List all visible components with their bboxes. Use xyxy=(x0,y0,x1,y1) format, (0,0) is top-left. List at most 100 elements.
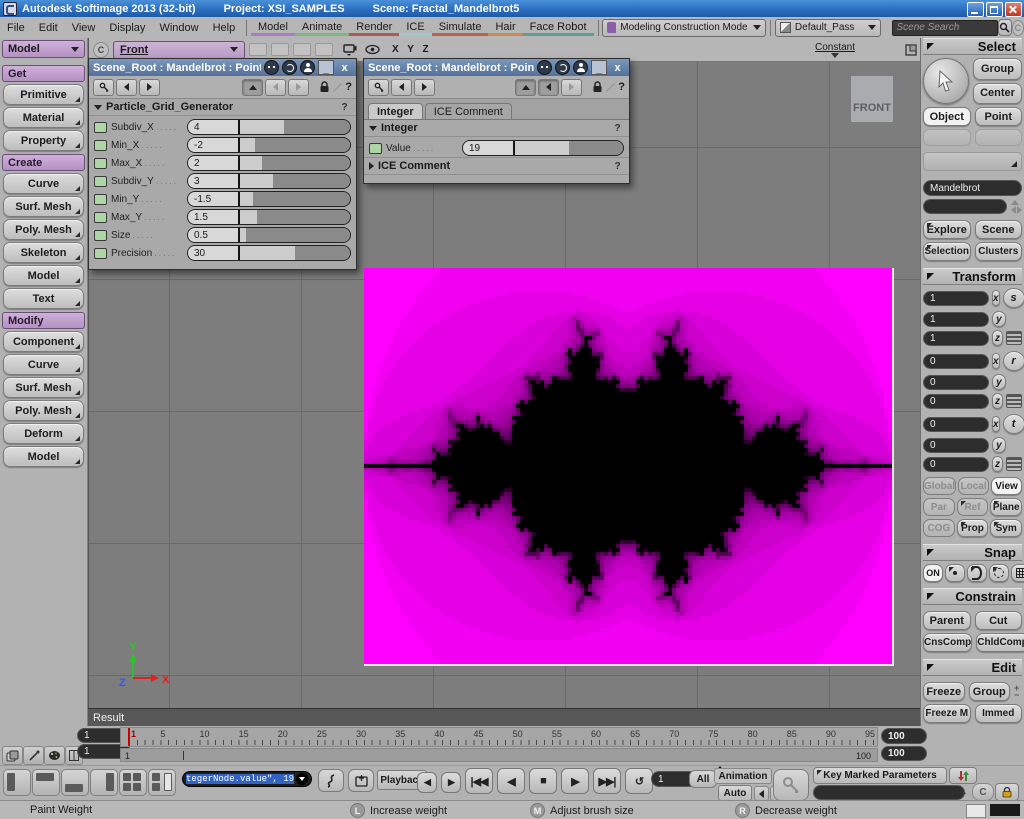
toolbar-button-skeleton[interactable]: Skeleton xyxy=(3,242,84,263)
param-slider-track[interactable] xyxy=(240,210,350,224)
transform-s-y-field[interactable]: 1 xyxy=(923,312,989,327)
axis-y-button[interactable]: y xyxy=(992,437,1006,453)
tab-ice-comment[interactable]: ICE Comment xyxy=(425,103,512,119)
frame-step-forward-button[interactable]: ▶ xyxy=(441,772,461,793)
transform-t-button[interactable]: t xyxy=(1003,414,1024,434)
section-help-button[interactable]: ? xyxy=(338,101,351,114)
ppg-collapsed-section[interactable]: ICE Comment ? xyxy=(364,157,629,175)
brush-icon[interactable] xyxy=(23,746,44,765)
param-animatable-checkbox[interactable] xyxy=(94,212,107,223)
param-value-field[interactable]: 3 xyxy=(188,174,240,188)
param-slider-track[interactable] xyxy=(240,228,350,242)
param-slider-max-y[interactable]: 1.5 xyxy=(187,209,351,225)
axis-x-button[interactable]: x xyxy=(992,353,1000,369)
key-marked-parameters-button[interactable]: Key Marked Parameters xyxy=(813,767,947,784)
constrain-cut-button[interactable]: Cut xyxy=(975,611,1023,630)
param-animatable-checkbox[interactable] xyxy=(94,140,107,151)
toolbar-button-material[interactable]: Material xyxy=(3,107,84,128)
param-slider-track[interactable] xyxy=(240,120,350,134)
play-all-button[interactable]: All xyxy=(689,770,717,788)
ppg-section-header[interactable]: Integer ? xyxy=(364,120,629,137)
transform-ref-par[interactable]: Par xyxy=(923,498,955,516)
transform-s-x-field[interactable]: 1 xyxy=(923,291,989,306)
ppg-close-button[interactable]: x xyxy=(337,61,352,74)
minimize-button[interactable] xyxy=(967,2,984,17)
snap-surface-button[interactable] xyxy=(989,564,1009,582)
selection-secondary-field[interactable] xyxy=(923,199,1007,214)
go-to-start-button[interactable]: |◀◀ xyxy=(465,768,493,794)
param-animatable-checkbox[interactable] xyxy=(369,143,382,154)
timeline-ruler[interactable]: 1 5101520253035404550556065707580859095 xyxy=(120,727,878,747)
param-animatable-checkbox[interactable] xyxy=(94,122,107,133)
nav-up-button[interactable] xyxy=(242,79,263,96)
constrain-chldcomp-button[interactable]: ChldComp xyxy=(976,633,1024,652)
maximize-button[interactable] xyxy=(986,2,1003,17)
toolbar-button-surf-mesh[interactable]: Surf. Mesh xyxy=(3,196,84,217)
toolbar-button-component[interactable]: Component xyxy=(3,331,84,352)
edit-section-header[interactable]: Edit xyxy=(923,659,1022,676)
selection-button[interactable]: Selection xyxy=(923,242,971,261)
axis-y-button[interactable]: y xyxy=(992,374,1006,390)
transform-t-y-field[interactable]: 0 xyxy=(923,438,989,453)
next-param-button[interactable] xyxy=(414,79,435,96)
toolbar-mode-dropdown[interactable]: Model xyxy=(2,40,85,58)
param-value-field[interactable]: -2 xyxy=(188,138,240,152)
axis-y-button[interactable]: y xyxy=(992,311,1006,327)
param-slider-track[interactable] xyxy=(240,192,350,206)
layers-icon[interactable] xyxy=(2,746,23,765)
ppg-integer-node[interactable]: Scene_Root : Mandelbrot : Point Cl... _ … xyxy=(363,58,630,184)
param-slider-subdiv-x[interactable]: 4 xyxy=(187,119,351,135)
param-slider-min-y[interactable]: -1.5 xyxy=(187,191,351,207)
viewport-resize-icon[interactable] xyxy=(905,44,917,56)
param-animatable-checkbox[interactable] xyxy=(94,158,107,169)
selection-name-field[interactable]: Mandelbrot xyxy=(923,180,1022,196)
play-backward-button[interactable]: ◀ xyxy=(497,768,525,794)
viewport-axis-letters[interactable]: X Y Z xyxy=(392,44,432,55)
param-slider-track[interactable] xyxy=(240,246,350,260)
tab-integer[interactable]: Integer xyxy=(368,103,423,119)
explore-button[interactable]: Explore xyxy=(923,220,971,239)
ppg-section-header[interactable]: Particle_Grid_Generator ? xyxy=(89,99,356,116)
param-slider-min-x[interactable]: -2 xyxy=(187,137,351,153)
menu-simulate[interactable]: Simulate xyxy=(432,19,489,36)
layout-top-button[interactable] xyxy=(32,769,60,796)
custom-badge[interactable]: C xyxy=(972,783,994,801)
section-help-button[interactable]: ? xyxy=(611,122,624,135)
param-slider-value[interactable]: 19 xyxy=(462,140,624,156)
select-tool-button[interactable] xyxy=(923,58,969,104)
menu-window[interactable]: Window xyxy=(152,20,205,35)
toolbar-button-curve[interactable]: Curve xyxy=(3,354,84,375)
range-cursor[interactable] xyxy=(183,751,184,760)
param-value-field[interactable]: 4 xyxy=(188,120,240,134)
snap-curve-button[interactable] xyxy=(967,564,987,582)
stop-button[interactable]: ■ xyxy=(529,768,557,794)
layout-bottom-button[interactable] xyxy=(61,769,89,796)
transform-ref-plane[interactable]: Plane xyxy=(990,498,1022,516)
param-value-field[interactable]: 1.5 xyxy=(188,210,240,224)
ppg-close-button[interactable]: x xyxy=(610,61,625,74)
param-slider-precision[interactable]: 30 xyxy=(187,245,351,261)
viewport-display-dropdown[interactable]: Constant xyxy=(815,42,855,58)
transform-options-icon[interactable] xyxy=(1006,394,1022,408)
pencil-icon[interactable] xyxy=(332,82,343,93)
timeline-range-end-field[interactable]: 100 xyxy=(881,746,927,761)
transform-r-button[interactable]: r xyxy=(1003,351,1024,371)
transform-sym-button[interactable]: Sym xyxy=(990,519,1022,537)
transform-t-z-field[interactable]: 0 xyxy=(923,457,989,472)
layout-columns-button[interactable] xyxy=(148,769,176,796)
search-custom-badge[interactable]: C xyxy=(1012,20,1024,36)
nav-forward-button[interactable] xyxy=(561,79,582,96)
snap-point-button[interactable] xyxy=(945,564,965,582)
toolbar-button-deform[interactable]: Deform xyxy=(3,423,84,444)
ppg-help-button[interactable]: ? xyxy=(618,81,625,93)
menu-face-robot[interactable]: Face Robot xyxy=(523,19,594,36)
param-value-field[interactable]: 2 xyxy=(188,156,240,170)
constrain-cnscomp-button[interactable]: CnsComp xyxy=(923,633,972,652)
spinner-left-icon[interactable] xyxy=(1011,206,1016,214)
snap-on-button[interactable]: ON xyxy=(923,564,943,582)
transform-mode-global[interactable]: Global xyxy=(923,477,956,495)
marked-parameter-arrows-icon[interactable] xyxy=(949,767,977,784)
prev-key-icon[interactable] xyxy=(754,786,769,801)
toolbar-button-primitive[interactable]: Primitive xyxy=(3,84,84,105)
toolbar-button-property[interactable]: Property xyxy=(3,130,84,151)
